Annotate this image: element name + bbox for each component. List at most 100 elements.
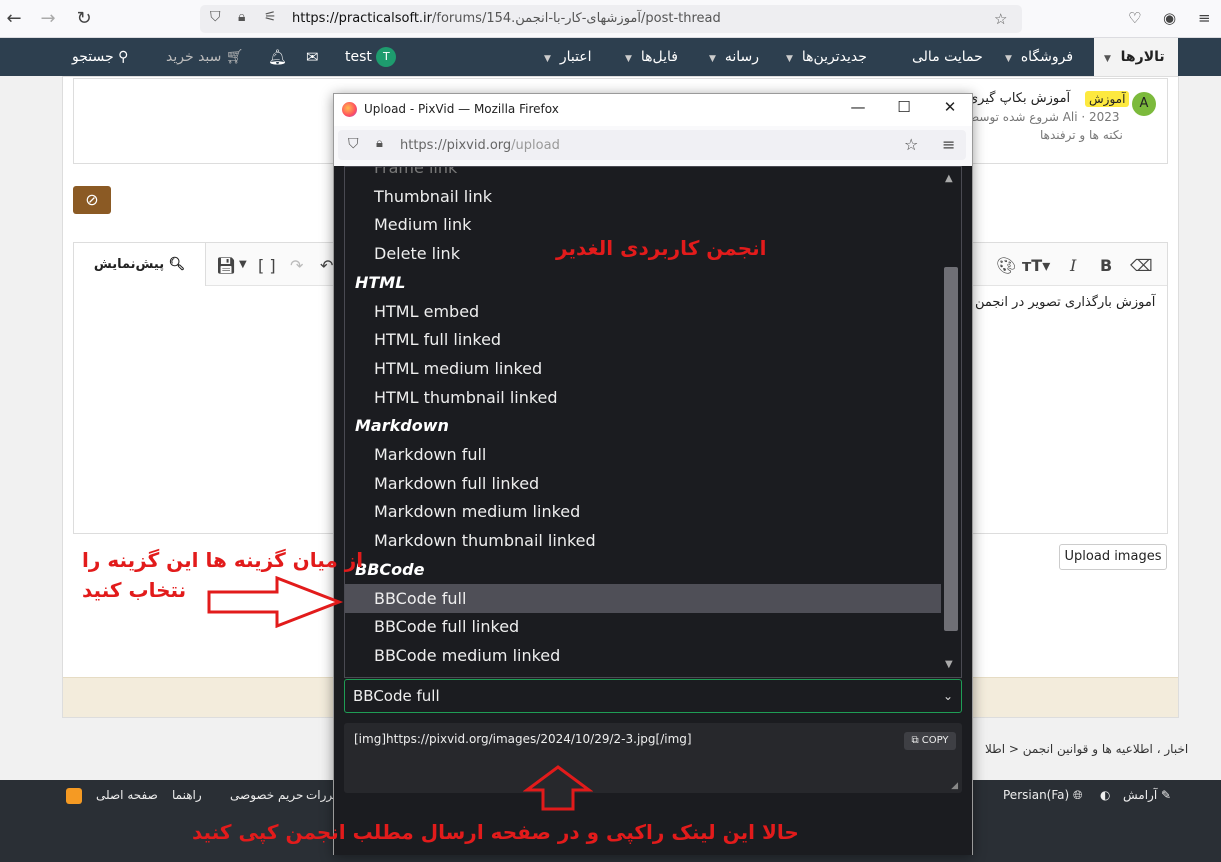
permissions-icon[interactable]: ⚟: [264, 9, 277, 25]
palette-icon[interactable]: 🎨︎: [996, 256, 1016, 275]
chevron-down-icon: ▼: [625, 54, 632, 64]
pixvid-popup-window: Upload - PixVid — Mozilla Firefox — ☐ ✕ …: [333, 93, 973, 855]
listbox-option-html-medium-linked[interactable]: HTML medium linked: [345, 354, 941, 383]
menu-icon[interactable]: ≡: [942, 135, 955, 154]
chevron-down-icon: ▼: [786, 54, 793, 64]
right-arrow-icon: [207, 576, 344, 628]
chevron-down-icon: ▼: [709, 54, 716, 64]
reload-icon[interactable]: ↻: [72, 7, 96, 31]
menu-icon[interactable]: ≡: [1198, 9, 1211, 27]
thread-author-avatar[interactable]: A: [1132, 92, 1156, 116]
listbox-option-markdown-thumbnail-linked[interactable]: Markdown thumbnail linked: [345, 526, 941, 555]
popup-address-bar[interactable]: ⛉ 🔒︎ https://pixvid.org/upload ☆ ≡: [338, 130, 966, 160]
lock-icon[interactable]: 🔒︎: [376, 136, 383, 151]
preview-icon: 🔍︎: [168, 257, 186, 272]
nav-shop[interactable]: ▼ فروشگاه: [1005, 38, 1073, 76]
embed-code-textarea[interactable]: [img]https://pixvid.org/images/2024/10/2…: [344, 723, 962, 793]
nav-newest-label: جدیدترین‌ها: [801, 49, 867, 65]
star-icon[interactable]: ☆: [994, 10, 1007, 28]
listbox-option-bbcode-full[interactable]: BBCode full: [345, 583, 941, 613]
resize-handle-icon[interactable]: ◢: [951, 781, 958, 791]
nav-support[interactable]: حمایت مالی: [912, 38, 983, 76]
thread-forum-name[interactable]: نکته ها و ترفندها: [1040, 128, 1123, 142]
listbox-option-markdown-full-linked[interactable]: Markdown full linked: [345, 469, 941, 498]
shield-icon[interactable]: ⛉: [210, 9, 221, 25]
nav-newest[interactable]: ▼ جدیدترین‌ها: [786, 38, 867, 76]
nav-credit[interactable]: ▼ اعتبار: [544, 38, 592, 76]
listbox-option-markdown-medium-linked[interactable]: Markdown medium linked: [345, 497, 941, 526]
bell-icon[interactable]: 🔔︎: [268, 38, 287, 76]
cart-button[interactable]: سبد خرید 🛒︎: [166, 38, 244, 76]
mail-icon[interactable]: ✉: [306, 38, 319, 76]
copy-button[interactable]: ⧉ COPY: [904, 732, 956, 750]
shield-icon[interactable]: ⛉: [348, 136, 359, 152]
theme-label: آرامش: [1123, 788, 1158, 802]
chevron-down-icon: ⌄: [942, 689, 953, 703]
listbox-option-html-full-linked[interactable]: HTML full linked: [345, 325, 941, 354]
breadcrumb[interactable]: اخبار ، اطلاعیه ها و قوانین انجمن < اطلا: [985, 742, 1188, 756]
save-draft-icon[interactable]: 💾︎: [216, 256, 236, 275]
minimize-icon[interactable]: —: [848, 98, 868, 116]
thread-title[interactable]: آموزش بکاپ گیری: [968, 91, 1070, 106]
star-icon[interactable]: ☆: [904, 135, 918, 154]
footer-link-privacy[interactable]: حریم خصوصی: [230, 788, 303, 802]
listbox-option-markdown-full[interactable]: Markdown full: [345, 440, 941, 469]
cancel-button[interactable]: ⊘: [73, 186, 111, 214]
listbox-scrollbar[interactable]: ▲ ▼: [941, 167, 961, 677]
annotation-choose-line2: نتخاب کنید: [82, 578, 187, 602]
avatar: T: [376, 47, 397, 67]
search-button[interactable]: جستجو ⚲: [72, 38, 128, 76]
eraser-icon[interactable]: ⌫: [1130, 256, 1153, 275]
listbox-option-bbcode-medium-linked[interactable]: BBCode medium linked: [345, 641, 941, 670]
contrast-icon[interactable]: ◐: [1100, 788, 1110, 802]
preview-button[interactable]: پیش‌نمایش 🔍︎: [74, 243, 206, 286]
chevron-up-icon[interactable]: ▲: [945, 173, 953, 184]
upload-images-button[interactable]: Upload images: [1059, 544, 1167, 570]
embed-code-text[interactable]: [img]https://pixvid.org/images/2024/10/2…: [354, 732, 692, 746]
listbox-option-bbcode-full-linked[interactable]: BBCode full linked: [345, 612, 941, 641]
brackets-icon[interactable]: [ ]: [258, 256, 276, 275]
popup-url-text[interactable]: https://pixvid.org/upload: [400, 138, 560, 153]
italic-icon[interactable]: I: [1070, 256, 1076, 275]
maximize-icon[interactable]: ☐: [894, 98, 914, 116]
listbox-option-thumbnail-link[interactable]: Thumbnail link: [345, 182, 941, 211]
chevron-down-icon[interactable]: ▼: [239, 259, 247, 270]
language-link[interactable]: Persian(Fa) 🌐︎: [1003, 788, 1083, 803]
nav-files[interactable]: ▼ فایل‌ها: [625, 38, 678, 76]
cart-icon: 🛒︎: [225, 49, 244, 65]
popup-page: BBCode medium linked BBCode full linked BB…: [334, 166, 972, 855]
footer-link-help[interactable]: راهنما: [172, 788, 202, 802]
theme-link[interactable]: آرامش ✎: [1123, 788, 1171, 802]
nav-media[interactable]: ▼ رسانه: [709, 38, 759, 76]
scrollbar-thumb[interactable]: [944, 267, 958, 631]
popup-title: Upload - PixVid — Mozilla Firefox: [364, 102, 559, 116]
listbox-option-frame-link[interactable]: Frame link: [345, 167, 941, 182]
lock-icon[interactable]: 🔒︎: [238, 9, 245, 25]
rss-icon[interactable]: [66, 788, 82, 804]
nav-media-label: رسانه: [724, 49, 759, 65]
editor-text[interactable]: آموزش بارگذاری تصویر در انجمن: [975, 295, 1155, 310]
chevron-down-icon[interactable]: ▼: [945, 659, 953, 670]
footer-link-home[interactable]: صفحه اصلی: [96, 788, 158, 802]
listbox-group-html: HTML: [355, 272, 406, 292]
bold-icon[interactable]: B: [1100, 256, 1112, 275]
nav-forums[interactable]: ▼ تالارها: [1094, 38, 1178, 76]
undo-icon[interactable]: ↶: [320, 256, 333, 275]
annotation-copy-instruction: حالا این لینک راکپی و در صفحه ارسال مطلب…: [192, 820, 799, 844]
listbox-option-html-thumbnail-linked[interactable]: HTML thumbnail linked: [345, 383, 941, 412]
account-icon[interactable]: ◉: [1163, 9, 1176, 27]
redo-icon[interactable]: ↷: [290, 256, 303, 275]
back-icon[interactable]: ←: [2, 7, 26, 31]
forward-icon[interactable]: →: [36, 7, 60, 31]
listbox-option-html-embed[interactable]: HTML embed: [345, 297, 941, 326]
popup-titlebar: Upload - PixVid — Mozilla Firefox — ☐ ✕: [334, 94, 972, 126]
globe-icon: 🌐︎: [1073, 788, 1083, 802]
address-bar[interactable]: ⛉ 🔒︎ ⚟ https://practicalsoft.ir/forums/1…: [200, 5, 1022, 33]
url-text[interactable]: https://practicalsoft.ir/forums/154.آموز…: [292, 11, 721, 26]
pocket-icon[interactable]: ♡: [1128, 9, 1141, 27]
annotation-choose-line1: از میان گزینه ها این گزینه را: [82, 548, 364, 572]
embed-code-select[interactable]: BBCode full ⌄: [344, 679, 962, 713]
user-menu[interactable]: test T: [345, 38, 397, 76]
text-size-icon[interactable]: тТ▾: [1022, 256, 1050, 275]
close-icon[interactable]: ✕: [940, 98, 960, 116]
